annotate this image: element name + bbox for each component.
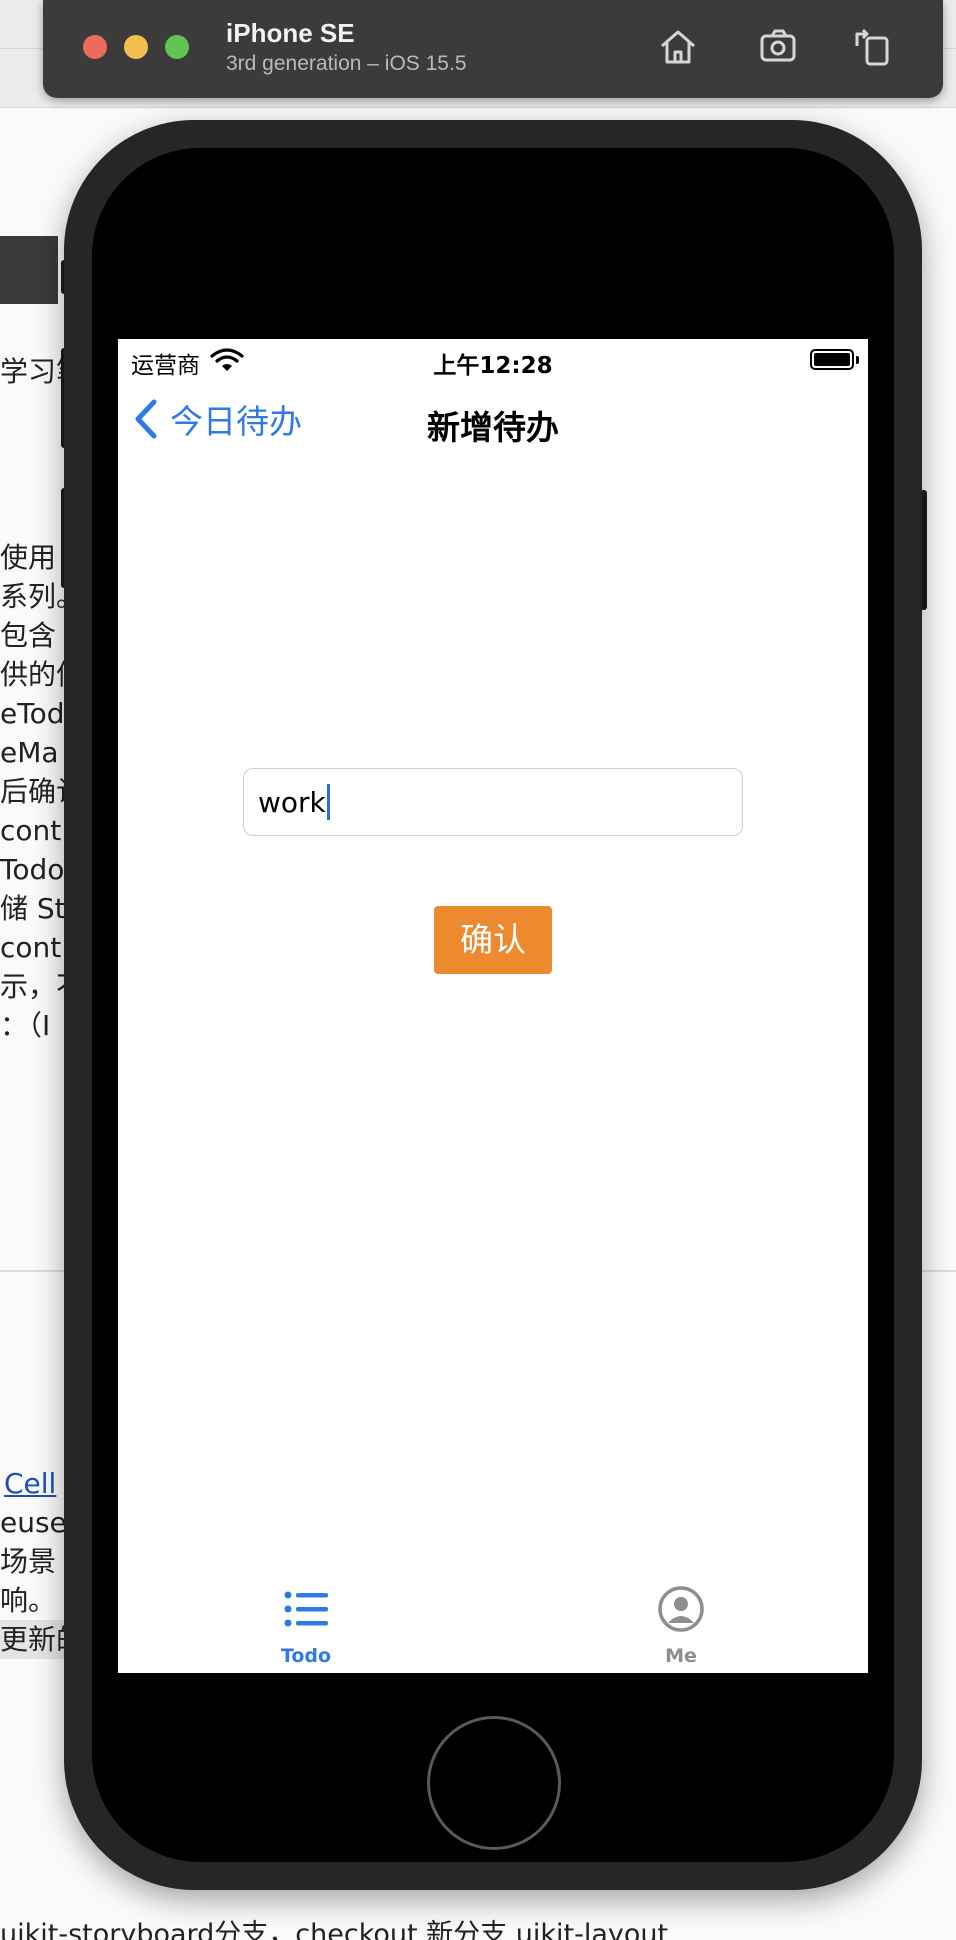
- simulator-title-bar: iPhone SE 3rd generation – iOS 15.5: [43, 0, 943, 98]
- bg-line: cont: [0, 814, 62, 847]
- bg-line: 场景: [0, 1545, 57, 1578]
- zoom-window-button[interactable]: [165, 35, 189, 59]
- bg-line: ：（I: [0, 1009, 51, 1042]
- navigation-bar: 今日待办 新增待办: [118, 379, 868, 467]
- rotate-icon[interactable]: [849, 24, 895, 70]
- bg-line: 使用: [0, 541, 57, 574]
- bg-line: 响。: [0, 1584, 57, 1617]
- tab-label: Todo: [280, 1645, 332, 1667]
- tab-me[interactable]: Me: [581, 1575, 781, 1673]
- device-name: iPhone SE: [226, 18, 355, 48]
- todo-text-value: work: [258, 785, 326, 819]
- list-icon: [284, 1591, 328, 1627]
- status-bar: 运营商 上午12:28: [118, 339, 868, 379]
- bg-line: cont: [0, 931, 62, 964]
- bg-line: 储 St: [0, 892, 66, 925]
- bg-bottom-text: uikit-storyboard分支，checkout 新分支 uikit-la…: [0, 1919, 669, 1940]
- person-circle-icon: [658, 1586, 704, 1632]
- battery-icon: [810, 349, 854, 370]
- bg-line: eMa: [0, 736, 59, 769]
- app-screen: 运营商 上午12:28 今日待办 新增待办 work 确认 Todo Me: [118, 339, 868, 1673]
- status-time: 上午12:28: [433, 353, 553, 379]
- bg-line: eTod: [0, 697, 65, 730]
- device-subtitle: 3rd generation – iOS 15.5: [226, 52, 467, 75]
- close-window-button[interactable]: [83, 35, 107, 59]
- tab-bar: Todo Me: [118, 1575, 868, 1673]
- page-title: 新增待办: [427, 408, 559, 447]
- home-button[interactable]: [427, 1716, 561, 1850]
- text-caret: [326, 784, 330, 820]
- background-dark-bar: [0, 236, 58, 304]
- todo-text-field[interactable]: work: [243, 768, 743, 836]
- minimize-window-button[interactable]: [124, 35, 148, 59]
- battery-tip: [856, 356, 859, 364]
- confirm-button[interactable]: 确认: [434, 906, 552, 974]
- screenshot-icon[interactable]: [755, 24, 801, 70]
- tab-label: Me: [665, 1645, 697, 1667]
- bg-link[interactable]: Cell: [4, 1464, 56, 1503]
- tab-todo[interactable]: Todo: [206, 1575, 406, 1673]
- home-icon[interactable]: [655, 24, 701, 70]
